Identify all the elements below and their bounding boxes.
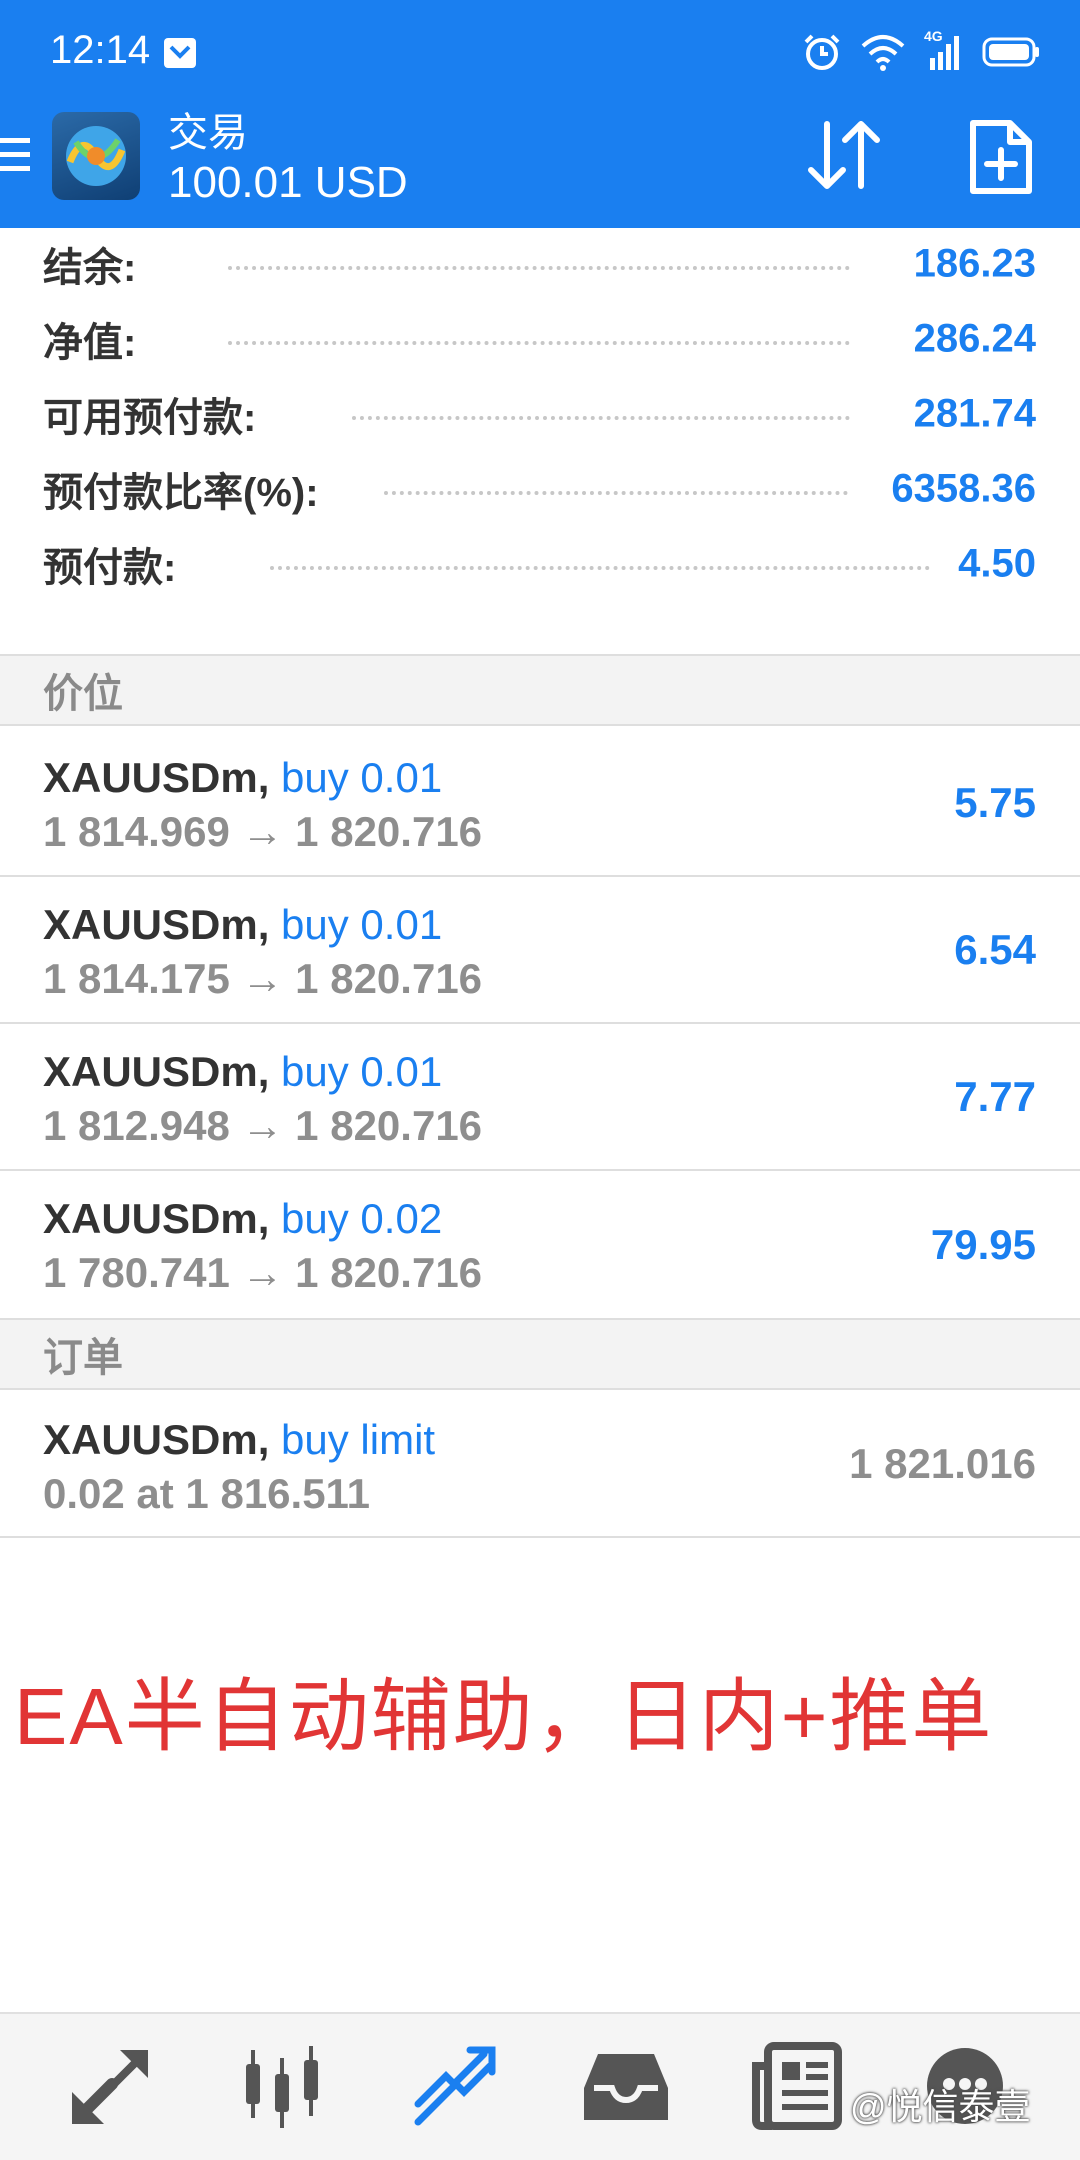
trade-trend-icon[interactable] xyxy=(404,2036,504,2136)
status-time: 12:14 xyxy=(50,28,151,72)
position-profit: 6.54 xyxy=(954,925,1036,973)
sort-icon[interactable] xyxy=(805,120,885,192)
orders-section-header: 订单 xyxy=(0,1318,1080,1390)
position-row[interactable]: XAUUSDm, buy 0.01 1 814.175 → 1 820.716 … xyxy=(0,877,1080,1024)
order-row[interactable]: XAUUSDm, buy limit 0.02 at 1 816.511 1 8… xyxy=(0,1392,1080,1538)
summary-label: 预付款: xyxy=(43,546,177,590)
position-symbol: XAUUSDm, xyxy=(43,754,270,801)
app-logo-icon xyxy=(52,112,140,200)
quotes-arrows-icon[interactable] xyxy=(60,2036,160,2136)
position-symbol: XAUUSDm, xyxy=(43,1048,270,1095)
notification-icon xyxy=(164,38,196,68)
new-order-icon[interactable] xyxy=(968,118,1034,196)
battery-icon xyxy=(982,37,1039,67)
cellular-signal-icon: 4G xyxy=(924,28,964,72)
position-side: buy 0.01 xyxy=(281,1048,443,1095)
app-bar: 交易 100.01 USD xyxy=(0,100,1080,228)
summary-label: 净值: xyxy=(43,321,137,365)
watermark: @悦信泰壹 xyxy=(850,2086,1031,2127)
account-summary: 结余: 186.23 净值: 286.24 可用预付款: 281.74 预付款比… xyxy=(0,228,1080,603)
section-title: 订单 xyxy=(43,1336,123,1380)
account-balance-subtitle: 100.01 USD xyxy=(168,158,408,207)
position-prices: 1 812.948 → 1 820.716 xyxy=(43,1102,483,1149)
position-symbol: XAUUSDm, xyxy=(43,901,270,948)
positions-section-header: 价位 xyxy=(0,654,1080,726)
alarm-icon xyxy=(804,34,840,70)
summary-value: 4.50 xyxy=(958,541,1036,586)
summary-row-balance: 结余: 186.23 xyxy=(0,228,1080,303)
summary-row-margin-level: 预付款比率(%): 6358.36 xyxy=(0,453,1080,528)
summary-value: 286.24 xyxy=(913,316,1036,361)
summary-value: 6358.36 xyxy=(891,466,1036,511)
order-type: buy limit xyxy=(281,1416,436,1463)
news-icon[interactable] xyxy=(748,2036,848,2136)
summary-label: 预付款比率(%): xyxy=(43,471,319,515)
summary-label: 可用预付款: xyxy=(43,396,257,440)
summary-row-margin: 预付款: 4.50 xyxy=(0,528,1080,603)
chart-candles-icon[interactable] xyxy=(232,2036,332,2136)
overlay-caption: EA半自动辅助，日内+推单 xyxy=(14,1672,994,1761)
position-side: buy 0.01 xyxy=(281,754,443,801)
position-symbol: XAUUSDm, xyxy=(43,1195,270,1242)
summary-value: 186.23 xyxy=(913,241,1036,286)
position-row[interactable]: XAUUSDm, buy 0.01 1 812.948 → 1 820.716 … xyxy=(0,1024,1080,1171)
summary-row-free-margin: 可用预付款: 281.74 xyxy=(0,378,1080,453)
position-prices: 1 780.741 → 1 820.716 xyxy=(43,1249,483,1296)
order-symbol: XAUUSDm, xyxy=(43,1416,270,1463)
summary-value: 281.74 xyxy=(913,391,1036,436)
status-icons: 4G xyxy=(802,28,1040,74)
status-bar: 12:14 4G xyxy=(0,0,1080,100)
history-inbox-icon[interactable] xyxy=(576,2036,676,2136)
page-title: 交易 xyxy=(168,111,248,155)
wifi-icon xyxy=(861,35,905,71)
position-row[interactable]: XAUUSDm, buy 0.02 1 780.741 → 1 820.716 … xyxy=(0,1171,1080,1318)
position-prices: 1 814.969 → 1 820.716 xyxy=(43,808,483,855)
section-title: 价位 xyxy=(43,672,123,716)
position-profit: 5.75 xyxy=(954,778,1036,826)
order-detail: 0.02 at 1 816.511 xyxy=(43,1470,370,1517)
order-current-price: 1 821.016 xyxy=(849,1440,1036,1487)
position-side: buy 0.01 xyxy=(281,901,443,948)
summary-row-equity: 净值: 286.24 xyxy=(0,303,1080,378)
position-prices: 1 814.175 → 1 820.716 xyxy=(43,955,483,1002)
position-profit: 79.95 xyxy=(930,1220,1036,1268)
menu-icon[interactable] xyxy=(0,132,32,178)
position-profit: 7.77 xyxy=(954,1072,1036,1120)
summary-label: 结余: xyxy=(43,246,137,290)
position-row[interactable]: XAUUSDm, buy 0.01 1 814.969 → 1 820.716 … xyxy=(0,730,1080,877)
position-side: buy 0.02 xyxy=(281,1195,443,1242)
